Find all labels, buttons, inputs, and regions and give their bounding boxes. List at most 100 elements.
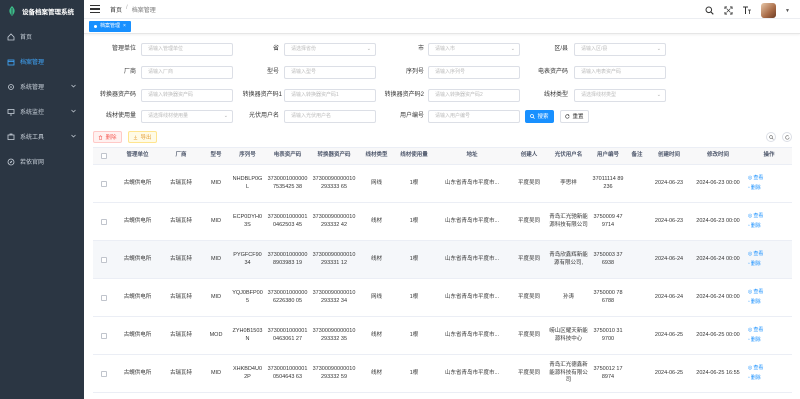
column-header[interactable]: 创建时间 xyxy=(648,152,690,160)
column-header[interactable]: 修改时间 xyxy=(690,152,746,160)
hamburger-icon[interactable] xyxy=(90,4,100,14)
reset-button[interactable]: 重置 xyxy=(560,109,589,123)
vendor-input[interactable]: 请输入厂商 xyxy=(141,65,233,79)
row-checkbox[interactable] xyxy=(93,218,115,225)
delete-button[interactable]: ▫ 删除 xyxy=(748,299,761,307)
row-checkbox[interactable] xyxy=(93,370,115,377)
row-actions: ◎ 查看 ▫ 删除 xyxy=(746,289,792,307)
tag-archive-management[interactable]: 档案管理 × xyxy=(89,20,131,32)
close-icon[interactable]: × xyxy=(123,21,126,32)
column-header[interactable]: 光伏用户名 xyxy=(547,152,590,160)
column-header[interactable]: 管理单位 xyxy=(115,152,160,160)
serial-input[interactable]: 请输入序列号 xyxy=(428,65,520,79)
view-button[interactable]: ◎ 查看 xyxy=(748,365,763,373)
table-row[interactable]: 古蜆供电所 古瑞瓦特 MOD ZYH0B1503N 373000100000104630… xyxy=(93,317,792,355)
column-header[interactable]: 电表资产码 xyxy=(265,152,310,160)
district-select[interactable]: 请输入区/县 ⌄ xyxy=(574,42,666,56)
view-button[interactable]: ◎ 查看 xyxy=(748,251,763,259)
sidebar-item-archive[interactable]: 档案管理 xyxy=(0,49,84,74)
breadcrumb: 首页 / 档案管理 xyxy=(110,5,156,14)
cell-serial: XHKBD4U02P xyxy=(232,366,263,380)
font-size-icon[interactable] xyxy=(742,6,752,16)
sidebar-item-system[interactable]: 系统管理 xyxy=(0,74,84,99)
table-body: 古蜆供电所 古瑞瓦特 MID NHDBLP0GL 3730001000000753542… xyxy=(93,165,792,393)
cell-creator: 平度吴同 xyxy=(517,369,540,376)
column-header[interactable]: 备注 xyxy=(626,152,648,160)
sidebar-item-website[interactable]: 若依官网 xyxy=(0,149,84,174)
refresh-button[interactable] xyxy=(782,132,792,142)
cell-conv: 37300090000010293332 59 xyxy=(312,366,356,380)
search-button[interactable]: 搜索 xyxy=(525,109,554,123)
search-row-3: 转换器资产码 请输入转换器资产码 转换器资产码1 请输入转换器资产码1 转换器资… xyxy=(84,87,800,103)
view-button[interactable]: ◎ 查看 xyxy=(748,289,763,297)
export-button[interactable]: 导出 xyxy=(128,131,157,143)
breadcrumb-home[interactable]: 首页 xyxy=(110,5,122,14)
chevron-down-icon: ⌄ xyxy=(366,45,371,52)
wire-usage-select[interactable]: 请选择线材使用量 ⌄ xyxy=(141,109,233,123)
row-checkbox[interactable] xyxy=(93,332,115,339)
fullscreen-icon[interactable] xyxy=(723,6,733,16)
tool-icon xyxy=(6,132,15,141)
column-header[interactable]: 型号 xyxy=(202,152,230,160)
toggle-search-button[interactable] xyxy=(766,132,776,142)
archive-icon xyxy=(6,57,15,66)
delete-button[interactable]: ▫ 删除 xyxy=(748,337,761,345)
province-select[interactable]: 请选择省份 ⌄ xyxy=(284,42,376,56)
view-button[interactable]: ◎ 查看 xyxy=(748,175,763,183)
city-select[interactable]: 请输入市 ⌄ xyxy=(428,42,520,56)
refresh-icon xyxy=(565,113,571,118)
converter-asset-code-input[interactable]: 请输入转换器资产码 xyxy=(141,88,233,102)
pv-username-input[interactable]: 请输入光伏用户名 xyxy=(284,109,376,123)
view-button[interactable]: ◎ 查看 xyxy=(748,213,763,221)
compass-icon xyxy=(6,157,15,166)
meter-asset-code-input[interactable]: 请输入电表资产码 xyxy=(574,65,666,79)
cell-user_no: 3750010 319700 xyxy=(593,328,623,342)
row-checkbox[interactable] xyxy=(93,256,115,263)
delete-button[interactable]: ▫ 删除 xyxy=(748,223,761,231)
column-header[interactable]: 用户编号 xyxy=(590,152,626,160)
table-row[interactable]: 古蜆供电所 古瑞瓦特 MID PYGFCF9034 373000100000089039… xyxy=(93,241,792,279)
batch-delete-button[interactable]: 删除 xyxy=(93,131,122,143)
cell-qty: 1根 xyxy=(409,369,419,376)
column-header[interactable]: 序列号 xyxy=(230,152,265,160)
column-header[interactable]: 厂商 xyxy=(160,152,202,160)
model-input[interactable]: 请输入型号 xyxy=(284,65,376,79)
column-header[interactable]: 操作 xyxy=(746,152,792,160)
cell-pv_user: 孙涛 xyxy=(562,293,574,300)
column-header[interactable]: 转换器资产码 xyxy=(310,152,358,160)
chevron-down-icon: ⌄ xyxy=(656,91,661,98)
column-header[interactable]: 地址 xyxy=(433,152,511,160)
avatar[interactable] xyxy=(761,3,777,18)
cell-updated: 2024-06-23 00:00 xyxy=(696,217,740,224)
table-row[interactable]: 古蜆供电所 古瑞瓦特 MID ECP0DYH03S 373000100000104625… xyxy=(93,203,792,241)
cell-updated: 2024-06-25 16:55 xyxy=(696,369,740,376)
converter-asset-code-2-input[interactable]: 请输入转换器资产码2 xyxy=(428,88,520,102)
view-button[interactable]: ◎ 查看 xyxy=(748,327,763,335)
row-checkbox[interactable] xyxy=(93,180,115,187)
breadcrumb-current: 档案管理 xyxy=(131,7,156,14)
select-all-checkbox[interactable] xyxy=(93,153,115,159)
sidebar-item-label: 档案管理 xyxy=(20,60,45,66)
delete-button[interactable]: ▫ 删除 xyxy=(748,185,761,193)
caret-down-icon[interactable]: ▼ xyxy=(785,8,790,14)
delete-button[interactable]: ▫ 删除 xyxy=(748,375,761,383)
search-icon[interactable] xyxy=(704,6,714,16)
converter-asset-code-1-input[interactable]: 请输入转换器资产码1 xyxy=(284,88,376,102)
column-header[interactable]: 线材类型 xyxy=(358,152,395,160)
delete-button[interactable]: ▫ 删除 xyxy=(748,261,761,269)
sidebar-item-tools[interactable]: 系统工具 xyxy=(0,124,84,149)
wire-type-select[interactable]: 请选择线材类型 ⌄ xyxy=(574,88,666,102)
column-header[interactable]: 线材使用量 xyxy=(395,152,433,160)
sidebar-item-monitor[interactable]: 系统监控 xyxy=(0,99,84,124)
management-unit-input[interactable]: 请输入管理单位 xyxy=(141,42,233,56)
table-row[interactable]: 古蜆供电所 古瑞瓦特 MID YQJ0BFP005 373000100000062263… xyxy=(93,279,792,317)
chevron-down-icon: ⌄ xyxy=(223,112,228,119)
table-row[interactable]: 古蜆供电所 古瑞瓦特 MID NHDBLP0GL 3730001000000753542… xyxy=(93,165,792,203)
user-number-input[interactable]: 请输入用户编号 xyxy=(428,109,520,123)
column-header[interactable]: 创建人 xyxy=(511,152,547,160)
table-row[interactable]: 古蜆供电所 古瑞瓦特 MID XHKBD4U02P 373000100000105046… xyxy=(93,355,792,393)
row-checkbox[interactable] xyxy=(93,294,115,301)
sidebar-item-label: 若依官网 xyxy=(20,160,45,166)
sidebar-item-home[interactable]: 首页 xyxy=(0,24,84,49)
brand[interactable]: 设备档案管理系统 xyxy=(0,0,84,22)
